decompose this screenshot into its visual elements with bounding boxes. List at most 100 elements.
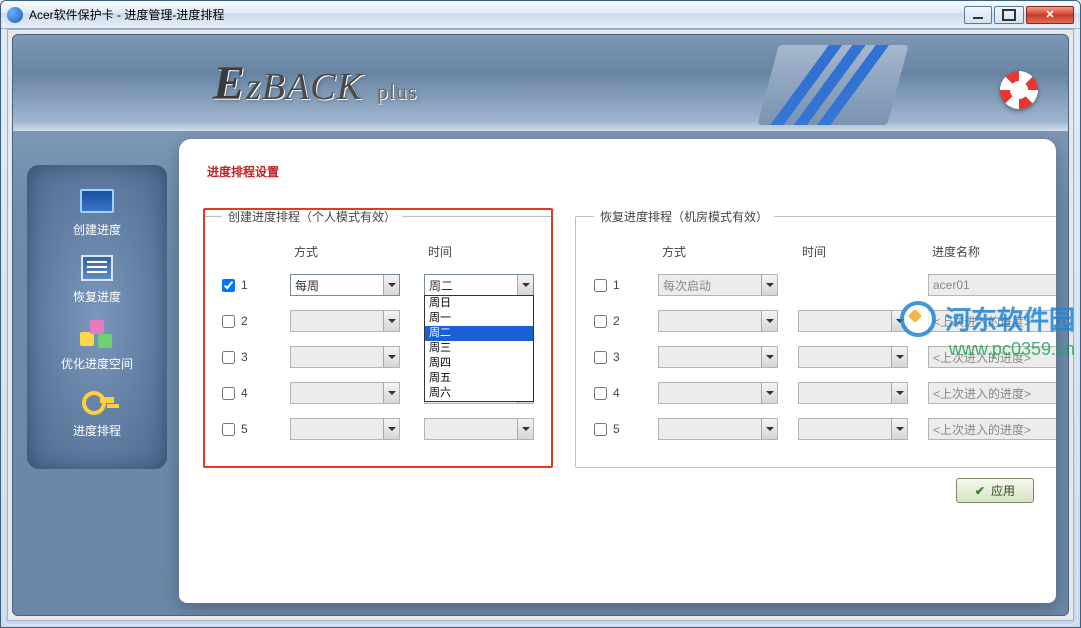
window-frame: Acer软件保护卡 - 进度管理-进度排程 EzBACKplus 创建进度 xyxy=(0,0,1081,628)
option-thu[interactable]: 周四 xyxy=(425,356,533,371)
nav-create-progress[interactable]: 创建进度 xyxy=(73,185,121,238)
nav-schedule[interactable]: 进度排程 xyxy=(73,386,121,439)
nav-label: 进度排程 xyxy=(73,422,121,439)
option-wed[interactable]: 周三 xyxy=(425,341,533,356)
row-check-4[interactable]: 4 xyxy=(222,386,266,400)
chevron-down-icon xyxy=(891,311,907,331)
r-row5-method-combo[interactable] xyxy=(658,418,778,440)
nav-label: 恢复进度 xyxy=(73,288,121,305)
r-row5-checkbox[interactable] xyxy=(594,423,607,436)
close-button[interactable] xyxy=(1026,6,1074,24)
nav-restore-progress[interactable]: 恢复进度 xyxy=(73,252,121,305)
client-area: EzBACKplus 创建进度 恢复进度 优化进度空间 xyxy=(7,29,1074,621)
chevron-down-icon xyxy=(761,275,777,295)
apply-label: 应用 xyxy=(991,482,1015,499)
r-row2-checkbox[interactable] xyxy=(594,315,607,328)
col-time: 时间 xyxy=(798,243,908,260)
monitor-icon xyxy=(77,185,117,217)
r-row4-checkbox[interactable] xyxy=(594,387,607,400)
brand-logo: EzBACKplus xyxy=(213,56,418,111)
chevron-down-icon xyxy=(761,383,777,403)
create-schedule-panel: 创建进度排程（个人模式有效） 方式 时间 1 每周 周二 周日 xyxy=(203,208,553,468)
r-row-check-1[interactable]: 1 xyxy=(594,278,638,292)
chevron-down-icon xyxy=(761,311,777,331)
chevron-down-icon xyxy=(383,419,399,439)
help-lifebuoy-icon[interactable] xyxy=(1000,71,1038,109)
r-row3-checkbox[interactable] xyxy=(594,351,607,364)
chevron-down-icon xyxy=(891,347,907,367)
recover-panel-legend: 恢复进度排程（机房模式有效） xyxy=(594,208,774,225)
r-row5-time-combo[interactable] xyxy=(798,418,908,440)
row-check-2[interactable]: 2 xyxy=(222,314,266,328)
r-row-check-3[interactable]: 3 xyxy=(594,350,638,364)
option-sat[interactable]: 周六 xyxy=(425,386,533,401)
col-method: 方式 xyxy=(658,243,778,260)
time-dropdown-list: 周日 周一 周二 周三 周四 周五 周六 xyxy=(424,295,534,402)
r-row-check-4[interactable]: 4 xyxy=(594,386,638,400)
chevron-down-icon xyxy=(891,383,907,403)
r-row3-method-combo[interactable] xyxy=(658,346,778,368)
col-time: 时间 xyxy=(424,243,534,260)
row-check-5[interactable]: 5 xyxy=(222,422,266,436)
titlebar[interactable]: Acer软件保护卡 - 进度管理-进度排程 xyxy=(1,1,1080,29)
row4-method-combo[interactable] xyxy=(290,382,400,404)
content-card: 进度排程设置 创建进度排程（个人模式有效） 方式 时间 1 每周 xyxy=(179,139,1056,603)
row3-checkbox[interactable] xyxy=(222,351,235,364)
chevron-down-icon xyxy=(383,383,399,403)
r-row1-method-combo[interactable]: 每次启动 xyxy=(658,274,778,296)
chevron-down-icon xyxy=(383,311,399,331)
r-row2-method-combo[interactable] xyxy=(658,310,778,332)
chevron-down-icon xyxy=(761,419,777,439)
minimize-button[interactable] xyxy=(964,6,992,24)
row3-method-combo[interactable] xyxy=(290,346,400,368)
chevron-down-icon xyxy=(517,419,533,439)
row-check-3[interactable]: 3 xyxy=(222,350,266,364)
row4-checkbox[interactable] xyxy=(222,387,235,400)
col-method: 方式 xyxy=(290,243,400,260)
decor-stripes-icon xyxy=(757,45,908,125)
chevron-down-icon xyxy=(383,275,399,295)
option-tue[interactable]: 周二 xyxy=(425,326,533,341)
r-row4-method-combo[interactable] xyxy=(658,382,778,404)
section-title: 进度排程设置 xyxy=(207,163,1034,180)
row2-checkbox[interactable] xyxy=(222,315,235,328)
row5-checkbox[interactable] xyxy=(222,423,235,436)
option-fri[interactable]: 周五 xyxy=(425,371,533,386)
apply-button[interactable]: ✔ 应用 xyxy=(956,478,1034,503)
window-controls xyxy=(964,6,1074,24)
key-icon xyxy=(77,386,117,418)
row5-time-combo[interactable] xyxy=(424,418,534,440)
r-row4-name-combo[interactable]: <上次进入的进度> xyxy=(928,382,1056,404)
r-row2-name-combo[interactable]: <上次进入的进度> xyxy=(928,310,1056,332)
app-frame: EzBACKplus 创建进度 恢复进度 优化进度空间 xyxy=(12,34,1069,616)
r-row1-name-combo[interactable]: acer01 xyxy=(928,274,1056,296)
chevron-down-icon xyxy=(891,419,907,439)
app-icon xyxy=(7,7,23,23)
r-row-check-5[interactable]: 5 xyxy=(594,422,638,436)
nav-label: 创建进度 xyxy=(73,221,121,238)
r-row3-time-combo[interactable] xyxy=(798,346,908,368)
r-row4-time-combo[interactable] xyxy=(798,382,908,404)
blocks-icon xyxy=(77,319,117,351)
row5-method-combo[interactable] xyxy=(290,418,400,440)
recover-schedule-panel: 恢复进度排程（机房模式有效） 方式 时间 进度名称 1 每次启动 acer01 xyxy=(575,208,1056,468)
r-row2-time-combo[interactable] xyxy=(798,310,908,332)
r-row-check-2[interactable]: 2 xyxy=(594,314,638,328)
r-row5-name-combo[interactable]: <上次进入的进度> xyxy=(928,418,1056,440)
r-row3-name-combo[interactable]: <上次进入的进度> xyxy=(928,346,1056,368)
option-mon[interactable]: 周一 xyxy=(425,311,533,326)
window-title: Acer软件保护卡 - 进度管理-进度排程 xyxy=(29,6,964,23)
row-check-1[interactable]: 1 xyxy=(222,278,266,292)
nav-optimize-space[interactable]: 优化进度空间 xyxy=(61,319,133,372)
check-icon: ✔ xyxy=(975,484,985,498)
row1-method-combo[interactable]: 每周 xyxy=(290,274,400,296)
row1-checkbox[interactable] xyxy=(222,279,235,292)
row2-method-combo[interactable] xyxy=(290,310,400,332)
create-panel-legend: 创建进度排程（个人模式有效） xyxy=(222,208,402,225)
r-row1-checkbox[interactable] xyxy=(594,279,607,292)
calendar-icon xyxy=(77,252,117,284)
side-nav: 创建进度 恢复进度 优化进度空间 进度排程 xyxy=(27,165,167,469)
maximize-button[interactable] xyxy=(994,6,1024,24)
option-sun[interactable]: 周日 xyxy=(425,296,533,311)
row1-time-combo[interactable]: 周二 周日 周一 周二 周三 周四 周五 周六 xyxy=(424,274,534,296)
